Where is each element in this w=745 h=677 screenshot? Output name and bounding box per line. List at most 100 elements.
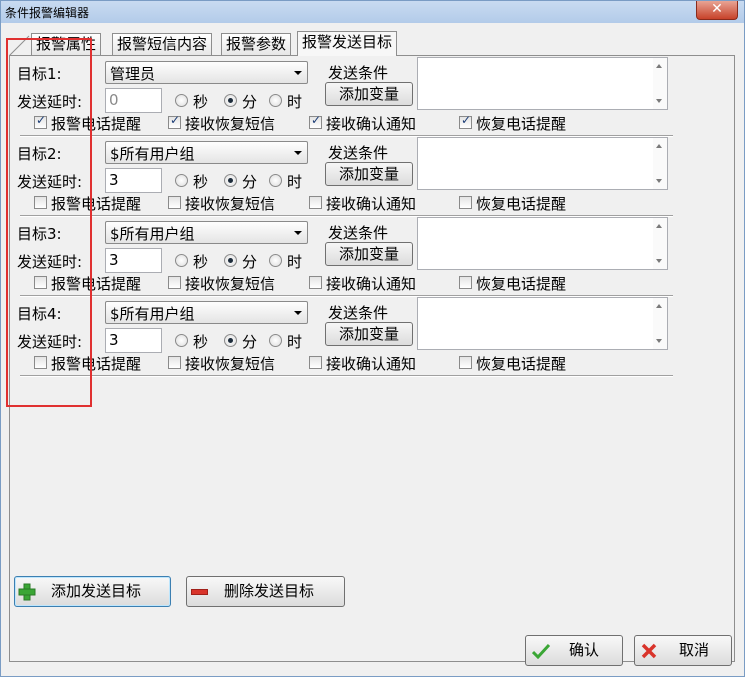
recv-recovery-sms-checkbox[interactable] xyxy=(168,276,181,289)
recipient-dropdown[interactable]: 管理员 xyxy=(105,61,308,84)
delay-input[interactable]: 3 xyxy=(105,248,162,273)
recovery-phone-checkbox[interactable] xyxy=(459,276,472,289)
delay-input[interactable]: 3 xyxy=(105,328,162,353)
recv-recovery-sms-label: 接收恢复短信 xyxy=(185,275,276,293)
notification-options: 报警电话提醒接收恢复短信接收确认通知恢复电话提醒 xyxy=(20,113,673,133)
send-condition-textarea[interactable] xyxy=(417,297,668,350)
recipient-value: $所有用户组 xyxy=(110,225,195,243)
tab-alarm-parameters[interactable]: 报警参数 xyxy=(221,33,292,55)
alarm-editor-window: 条件报警编辑器 ✕ 报警属性 报警短信内容 报警参数 报警发送目标 目标1: 管理… xyxy=(0,0,745,677)
tab-alarm-sms-content[interactable]: 报警短信内容 xyxy=(112,33,213,55)
radio-minutes[interactable] xyxy=(224,94,237,107)
send-targets-panel: 目标1:管理员发送延时:0秒分时发送条件添加变量报警电话提醒接收恢复短信接收确认… xyxy=(9,55,735,666)
recv-confirm-checkbox[interactable] xyxy=(309,356,322,369)
recipient-value: $所有用户组 xyxy=(110,145,195,163)
radio-seconds[interactable] xyxy=(175,334,188,347)
recipient-dropdown[interactable]: $所有用户组 xyxy=(105,301,308,324)
unit-seconds-label: 秒 xyxy=(193,253,209,271)
unit-minutes-label: 分 xyxy=(242,93,258,111)
minus-icon xyxy=(191,589,208,595)
highlight-box xyxy=(6,38,92,407)
recv-confirm-label: 接收确认通知 xyxy=(326,195,417,213)
unit-hours-label: 时 xyxy=(287,93,303,111)
scroll-down-icon[interactable] xyxy=(656,99,662,103)
recovery-phone-checkbox[interactable] xyxy=(459,196,472,209)
recovery-phone-checkbox[interactable] xyxy=(459,356,472,369)
close-button[interactable]: ✕ xyxy=(696,1,738,20)
title-bar[interactable]: 条件报警编辑器 ✕ xyxy=(1,1,744,23)
unit-minutes-label: 分 xyxy=(242,173,258,191)
radio-minutes[interactable] xyxy=(224,334,237,347)
target-group-4: 目标4: $所有用户组 发送延时: 3 秒分时发送条件 添加变量 报警电话提醒 接收恢复短信接… xyxy=(17,297,673,377)
add-variable-button[interactable]: 添加变量 xyxy=(325,242,413,266)
scroll-up-icon[interactable] xyxy=(656,64,662,68)
send-condition-textarea[interactable] xyxy=(417,57,668,110)
cancel-button[interactable]: 取消 xyxy=(634,635,732,666)
condition-scrollbar[interactable] xyxy=(653,138,667,189)
scroll-down-icon[interactable] xyxy=(656,179,662,183)
recv-recovery-sms-checkbox[interactable] xyxy=(168,113,181,129)
delay-input[interactable]: 3 xyxy=(105,168,162,193)
unit-seconds-label: 秒 xyxy=(193,93,209,111)
recipient-value: 管理员 xyxy=(110,65,156,83)
scroll-up-icon[interactable] xyxy=(656,304,662,308)
delete-target-button[interactable]: 删除发送目标 xyxy=(186,576,345,607)
radio-seconds[interactable] xyxy=(175,94,188,107)
recv-recovery-sms-checkbox[interactable] xyxy=(168,356,181,369)
add-variable-button[interactable]: 添加变量 xyxy=(325,82,413,106)
recv-confirm-checkbox[interactable] xyxy=(309,276,322,289)
condition-scrollbar[interactable] xyxy=(653,298,667,349)
target-group-2: 目标2: $所有用户组 发送延时: 3 秒分时发送条件 添加变量 报警电话提醒 接收恢复短信接… xyxy=(17,137,673,217)
recipient-dropdown[interactable]: $所有用户组 xyxy=(105,221,308,244)
send-condition-textarea[interactable] xyxy=(417,137,668,190)
unit-minutes-label: 分 xyxy=(242,333,258,351)
delay-input[interactable]: 0 xyxy=(105,88,162,113)
recv-recovery-sms-checkbox[interactable] xyxy=(168,196,181,209)
recv-confirm-checkbox[interactable] xyxy=(309,196,322,209)
send-condition-label: 发送条件 xyxy=(328,144,389,162)
radio-minutes[interactable] xyxy=(224,174,237,187)
radio-seconds[interactable] xyxy=(175,174,188,187)
chevron-down-icon xyxy=(294,311,302,315)
add-variable-button[interactable]: 添加变量 xyxy=(325,162,413,186)
condition-scrollbar[interactable] xyxy=(653,58,667,109)
scroll-down-icon[interactable] xyxy=(656,339,662,343)
group-separator xyxy=(20,375,673,377)
notification-options: 报警电话提醒接收恢复短信接收确认通知恢复电话提醒 xyxy=(20,273,673,293)
unit-hours-label: 时 xyxy=(287,253,303,271)
recv-confirm-label: 接收确认通知 xyxy=(326,275,417,293)
recovery-phone-label: 恢复电话提醒 xyxy=(476,275,567,293)
window-title: 条件报警编辑器 xyxy=(5,6,90,20)
tab-alarm-send-targets[interactable]: 报警发送目标 xyxy=(297,31,398,56)
send-condition-label: 发送条件 xyxy=(328,64,389,82)
recv-confirm-label: 接收确认通知 xyxy=(326,355,417,373)
radio-hours[interactable] xyxy=(269,254,282,267)
scroll-up-icon[interactable] xyxy=(656,224,662,228)
unit-minutes-label: 分 xyxy=(242,253,258,271)
unit-seconds-label: 秒 xyxy=(193,173,209,191)
recv-recovery-sms-label: 接收恢复短信 xyxy=(185,115,276,133)
condition-scrollbar[interactable] xyxy=(653,218,667,269)
radio-hours[interactable] xyxy=(269,94,282,107)
recv-recovery-sms-label: 接收恢复短信 xyxy=(185,355,276,373)
notification-options: 报警电话提醒接收恢复短信接收确认通知恢复电话提醒 xyxy=(20,193,673,213)
add-target-button[interactable]: 添加发送目标 xyxy=(14,576,171,607)
ok-button[interactable]: 确认 xyxy=(525,635,623,666)
scroll-up-icon[interactable] xyxy=(656,144,662,148)
radio-hours[interactable] xyxy=(269,174,282,187)
scroll-down-icon[interactable] xyxy=(656,259,662,263)
radio-minutes[interactable] xyxy=(224,254,237,267)
unit-seconds-label: 秒 xyxy=(193,333,209,351)
radio-hours[interactable] xyxy=(269,334,282,347)
notification-options: 报警电话提醒接收恢复短信接收确认通知恢复电话提醒 xyxy=(20,353,673,373)
radio-seconds[interactable] xyxy=(175,254,188,267)
add-variable-button[interactable]: 添加变量 xyxy=(325,322,413,346)
send-condition-textarea[interactable] xyxy=(417,217,668,270)
chevron-down-icon xyxy=(294,71,302,75)
chevron-down-icon xyxy=(294,231,302,235)
recipient-dropdown[interactable]: $所有用户组 xyxy=(105,141,308,164)
recv-confirm-checkbox[interactable] xyxy=(309,113,322,129)
ok-label: 确认 xyxy=(569,641,600,659)
recovery-phone-checkbox[interactable] xyxy=(459,113,472,129)
recv-confirm-label: 接收确认通知 xyxy=(326,115,417,133)
